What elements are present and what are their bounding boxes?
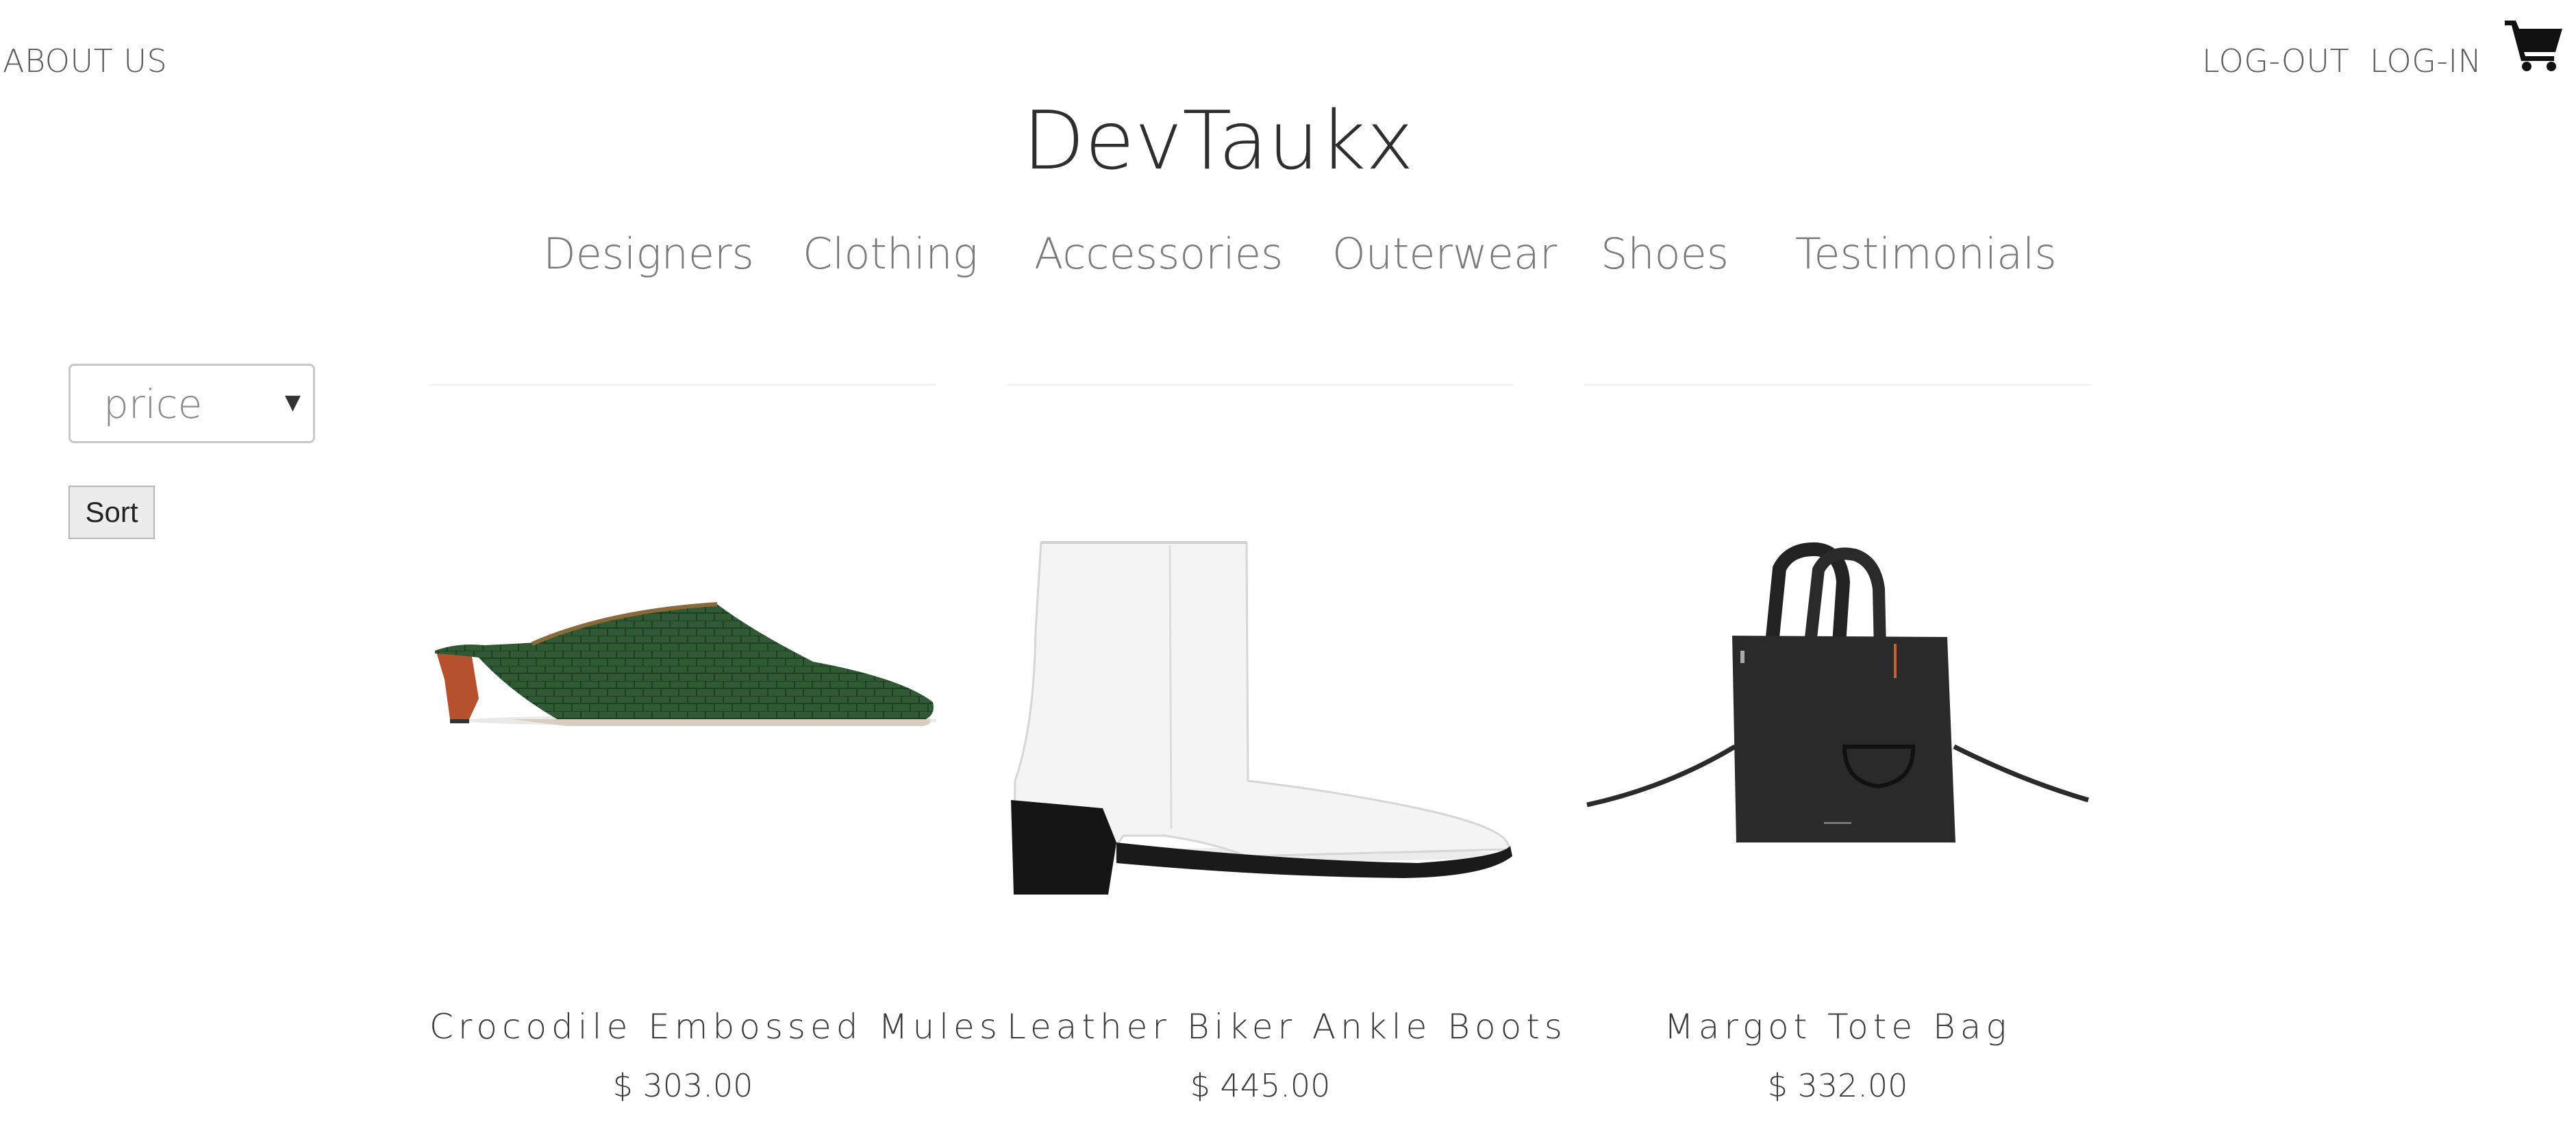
shopping-cart-icon[interactable]	[2503, 18, 2565, 73]
about-us-link[interactable]: ABOUT US	[3, 42, 167, 79]
white-ankle-boot-image[interactable]	[1007, 425, 1514, 904]
divider	[1584, 384, 2091, 386]
nav-item-outerwear[interactable]: Outerwear	[1332, 229, 1557, 279]
green-croc-mule-image[interactable]	[429, 425, 943, 904]
login-link[interactable]: LOG-IN	[2370, 42, 2481, 79]
divider	[1007, 384, 1514, 386]
chevron-down-icon: ▼	[284, 390, 301, 414]
nav-item-shoes[interactable]: Shoes	[1601, 229, 1729, 279]
product-name[interactable]: Crocodile Embossed Mules	[429, 1007, 997, 1047]
nav-item-clothing[interactable]: Clothing	[803, 229, 978, 279]
divider	[429, 384, 936, 386]
product-price: $ 445.00	[1190, 1067, 1331, 1104]
sort-button[interactable]: Sort	[68, 486, 155, 539]
nav-item-testimonials[interactable]: Testimonials	[1795, 229, 2057, 279]
black-tote-bag-image[interactable]	[1584, 425, 2091, 904]
product-card[interactable]: Leather Biker Ankle Boots $ 445.00	[1007, 384, 1562, 1110]
product-name[interactable]: Leather Biker Ankle Boots	[1007, 1007, 1562, 1047]
product-price: $ 332.00	[1767, 1067, 1908, 1104]
product-name[interactable]: Margot Tote Bag	[1584, 1007, 2091, 1047]
product-price: $ 303.00	[612, 1067, 753, 1104]
sort-select[interactable]: price ▼	[68, 364, 315, 443]
page: ABOUT US LOG-OUT LOG-IN DevTaukx Designe…	[0, 0, 2576, 1124]
brand-title[interactable]: DevTaukx	[1023, 93, 1414, 188]
logout-link[interactable]: LOG-OUT	[2202, 42, 2349, 79]
sort-select-value: price	[103, 381, 203, 427]
product-card[interactable]: Margot Tote Bag $ 332.00	[1584, 384, 2091, 1110]
nav-item-designers[interactable]: Designers	[543, 229, 754, 279]
nav-item-accessories[interactable]: Accessories	[1034, 229, 1283, 279]
product-card[interactable]: Crocodile Embossed Mules $ 303.00	[429, 384, 997, 1110]
